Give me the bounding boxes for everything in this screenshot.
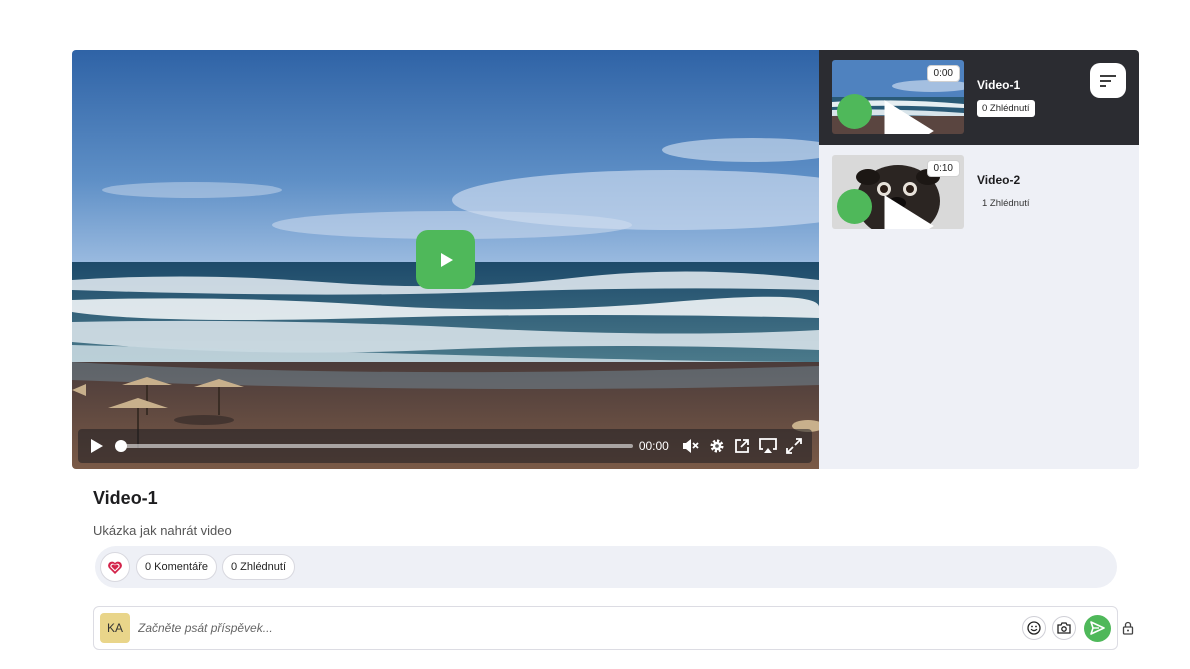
playlist-item-title: Video-2 [977, 173, 1021, 187]
play-icon [440, 252, 453, 267]
like-button[interactable] [100, 552, 130, 582]
comment-input[interactable] [138, 621, 1016, 635]
video-description: Ukázka jak nahrát video [93, 523, 232, 538]
heart-icon [108, 561, 122, 574]
video-player: 00:00 0:00 Video-1 0 Zhlédnutí 0:10 Vide… [72, 50, 1139, 469]
avatar: KA [100, 613, 130, 643]
thumbnail-play-button[interactable] [837, 189, 934, 229]
airplay-icon[interactable] [758, 435, 779, 457]
view-count-badge: 1 Zhlédnutí [982, 198, 1030, 209]
camera-icon [1057, 622, 1071, 634]
video-title: Video-1 [93, 488, 158, 508]
playlist-item-title: Video-1 [977, 78, 1021, 92]
playlist-item[interactable]: 0:10 Video-2 1 Zhlédnutí [819, 145, 1139, 240]
view-count-badge: 0 Zhlédnutí [977, 100, 1035, 117]
camera-button[interactable] [1052, 616, 1076, 640]
popout-icon[interactable] [732, 435, 753, 457]
sort-button[interactable] [1090, 63, 1126, 98]
send-icon [1090, 621, 1105, 635]
settings-icon[interactable] [706, 435, 727, 457]
main-video[interactable]: 00:00 [72, 50, 819, 469]
big-play-button[interactable] [416, 230, 475, 289]
stats-bar: 0 Komentáře 0 Zhlédnutí [95, 546, 1117, 588]
mute-icon[interactable] [681, 435, 702, 457]
play-icon [884, 195, 934, 229]
video-thumbnail[interactable]: 0:10 [832, 155, 964, 229]
lock-icon[interactable] [1120, 620, 1136, 636]
play-icon [884, 100, 934, 134]
thumbnail-play-button[interactable] [837, 94, 934, 134]
send-button[interactable] [1084, 614, 1111, 642]
comment-composer: KA [93, 606, 1134, 650]
video-duration: 0:10 [926, 160, 960, 177]
player-controls: 00:00 [78, 429, 812, 463]
fullscreen-icon[interactable] [783, 435, 804, 457]
play-icon[interactable] [86, 435, 107, 457]
sort-icon [1100, 74, 1116, 87]
video-thumbnail[interactable]: 0:00 [832, 60, 964, 134]
emoji-icon [1027, 621, 1041, 635]
seek-handle[interactable] [114, 440, 127, 452]
comments-count-button[interactable]: 0 Komentáře [136, 554, 217, 580]
video-duration: 0:00 [926, 65, 960, 82]
playlist: 0:00 Video-1 0 Zhlédnutí 0:10 Video-2 1 … [819, 50, 1139, 469]
views-count-button[interactable]: 0 Zhlédnutí [221, 554, 296, 580]
seek-bar[interactable] [114, 440, 633, 452]
playlist-item[interactable]: 0:00 Video-1 0 Zhlédnutí [819, 50, 1139, 145]
emoji-button[interactable] [1022, 616, 1046, 640]
current-time: 00:00 [638, 439, 669, 453]
